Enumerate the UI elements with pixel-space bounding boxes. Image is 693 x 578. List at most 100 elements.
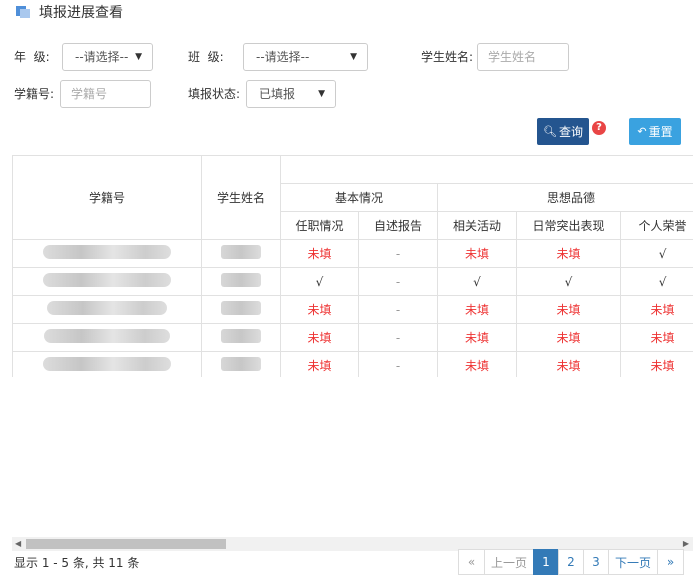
reset-button-label: 重置 <box>648 125 673 139</box>
redacted-name <box>221 273 261 287</box>
redacted-name <box>221 301 261 315</box>
table-cell: √ <box>516 267 621 296</box>
next-page-button[interactable]: 下一页 <box>608 549 658 575</box>
group-header-basic: 基本情况 <box>280 183 438 212</box>
student-id-placeholder: 学籍号 <box>71 87 108 101</box>
table-cell: 未填 <box>280 295 359 324</box>
page-button[interactable]: 1 <box>533 549 559 575</box>
table-cell: - <box>358 295 438 324</box>
table-cell: 未填 <box>437 351 517 377</box>
scroll-right-arrow-icon[interactable]: ▶ <box>683 539 689 548</box>
chevron-down-icon: ▼ <box>318 89 325 99</box>
student-name-input[interactable]: 学生姓名 <box>477 43 569 71</box>
redacted-name <box>221 329 261 343</box>
student-id-input[interactable]: 学籍号 <box>60 80 151 108</box>
undo-icon: ↶ <box>637 125 647 138</box>
table-cell: - <box>358 239 438 268</box>
student-id-cell <box>12 323 202 352</box>
group-header-moral: 思想品德 <box>436 183 693 212</box>
progress-table-container: 学籍号 学生姓名 基本情况 思想品德 任职情况 自述报告 相关活动 日常突出表现… <box>12 155 693 377</box>
redacted-id <box>43 357 171 371</box>
table-cell: 未填 <box>619 323 693 352</box>
table-cell: - <box>358 323 438 352</box>
column-header: 自述报告 <box>358 211 438 240</box>
grade-select-value: --请选择-- <box>75 50 129 64</box>
chevron-down-icon: ▼ <box>135 52 142 62</box>
student-id-cell <box>12 295 202 324</box>
table-cell: 未填 <box>516 323 621 352</box>
progress-table: 学籍号 学生姓名 基本情况 思想品德 任职情况 自述报告 相关活动 日常突出表现… <box>12 155 693 377</box>
student-name-cell <box>201 267 281 296</box>
table-cell: √ <box>437 267 517 296</box>
student-name-label: 学生姓名: <box>421 50 474 64</box>
table-row: 未填 - 未填 未填 未填 <box>12 295 693 324</box>
last-page-button[interactable]: » <box>657 549 684 575</box>
redacted-name <box>221 357 261 371</box>
table-cell: √ <box>280 267 359 296</box>
table-cell: 未填 <box>280 239 359 268</box>
prev-page-button[interactable]: 上一页 <box>484 549 534 575</box>
help-icon[interactable]: ? <box>592 121 606 135</box>
title-icon <box>16 6 30 18</box>
table-cell: 未填 <box>516 295 621 324</box>
redacted-id <box>47 301 167 315</box>
table-cell: 未填 <box>619 295 693 324</box>
search-icon: 🔍︎ <box>543 125 557 138</box>
column-header: 个人荣誉 <box>619 211 693 240</box>
table-cell: √ <box>619 267 693 296</box>
scrollbar-thumb[interactable] <box>26 539 226 549</box>
student-name-cell <box>201 239 281 268</box>
table-cell: - <box>358 267 438 296</box>
redacted-id <box>43 245 171 259</box>
student-id-cell <box>12 239 202 268</box>
status-label: 填报状态: <box>188 87 241 101</box>
student-name-cell <box>201 295 281 324</box>
page-button[interactable]: 3 <box>583 549 609 575</box>
grade-select[interactable]: --请选择-- ▼ <box>62 43 153 71</box>
redacted-id <box>43 273 171 287</box>
table-cell: 未填 <box>437 239 517 268</box>
table-cell: 未填 <box>516 239 621 268</box>
redacted-id <box>44 329 170 343</box>
table-cell: 未填 <box>280 323 359 352</box>
query-button-label: 查询 <box>558 125 583 139</box>
column-header-student-id: 学籍号 <box>12 155 202 240</box>
table-cell: - <box>358 351 438 377</box>
header-spacer <box>279 155 693 184</box>
student-id-cell <box>12 267 202 296</box>
table-cell: 未填 <box>619 351 693 377</box>
student-id-label: 学籍号: <box>14 87 55 101</box>
class-select-value: --请选择-- <box>256 50 310 64</box>
scroll-left-arrow-icon[interactable]: ◀ <box>15 539 21 548</box>
column-header: 任职情况 <box>280 211 359 240</box>
table-cell: 未填 <box>437 295 517 324</box>
grade-label: 年 级: <box>14 50 50 64</box>
class-select[interactable]: --请选择-- ▼ <box>243 43 368 71</box>
table-cell: 未填 <box>437 323 517 352</box>
page-button[interactable]: 2 <box>558 549 584 575</box>
status-select-value: 已填报 <box>259 87 296 101</box>
pagination: « 上一页 1 2 3 下一页 » <box>458 549 684 575</box>
chevron-down-icon: ▼ <box>350 52 357 62</box>
first-page-button[interactable]: « <box>458 549 485 575</box>
table-row: 未填 - 未填 未填 √ <box>12 239 693 268</box>
query-button[interactable]: 🔍︎ 查询 <box>537 118 589 145</box>
page-header: 填报进展查看 <box>16 4 123 21</box>
class-label: 班 级: <box>188 50 224 64</box>
student-name-placeholder: 学生姓名 <box>488 50 537 64</box>
student-name-cell <box>201 323 281 352</box>
table-row: 未填 - 未填 未填 未填 <box>12 351 693 377</box>
table-cell: 未填 <box>516 351 621 377</box>
column-header: 日常突出表现 <box>516 211 621 240</box>
table-row: √ - √ √ √ <box>12 267 693 296</box>
column-header: 相关活动 <box>437 211 517 240</box>
reset-button[interactable]: ↶ 重置 <box>629 118 681 145</box>
student-name-cell <box>201 351 281 377</box>
table-cell: 未填 <box>280 351 359 377</box>
record-count: 显示 1 - 5 条, 共 11 条 <box>14 556 140 570</box>
page-title: 填报进展查看 <box>39 5 123 21</box>
column-header-student-name: 学生姓名 <box>201 155 281 240</box>
status-select[interactable]: 已填报 ▼ <box>246 80 336 108</box>
student-id-cell <box>12 351 202 377</box>
table-cell: √ <box>619 239 693 268</box>
